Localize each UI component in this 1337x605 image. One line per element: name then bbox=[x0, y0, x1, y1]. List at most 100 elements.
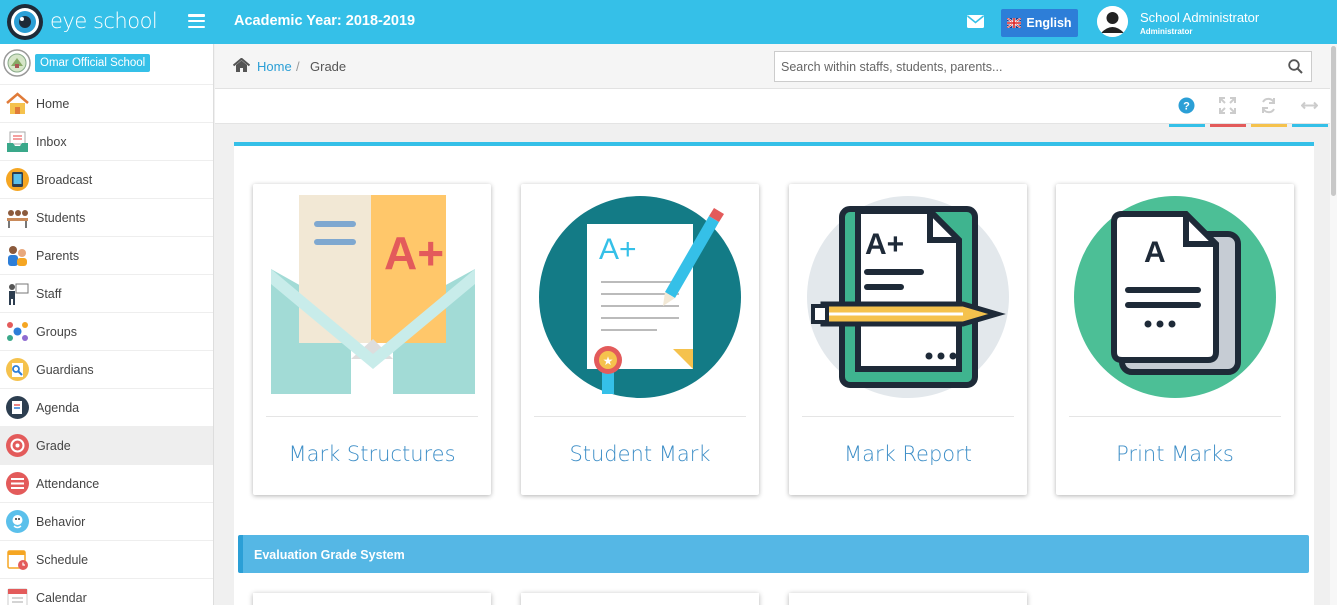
sidebar-item-label: Groups bbox=[36, 324, 77, 339]
print-marks-icon: A bbox=[1074, 196, 1276, 398]
breadcrumb: Home / Grade bbox=[215, 44, 1337, 89]
tool-underline bbox=[1210, 124, 1246, 127]
sidebar-item-home[interactable]: Home bbox=[0, 85, 213, 123]
sidebar-item-grade[interactable]: Grade bbox=[0, 427, 213, 465]
next-card[interactable] bbox=[521, 593, 759, 605]
students-icon bbox=[7, 210, 28, 228]
resize-icon bbox=[1301, 101, 1318, 110]
tool-underline bbox=[1169, 124, 1205, 127]
card-divider bbox=[802, 416, 1014, 417]
sidebar-item-parents[interactable]: Parents bbox=[0, 237, 213, 275]
evaluation-section-header[interactable]: Evaluation Grade System bbox=[238, 535, 1309, 573]
sidebar-item-label: Agenda bbox=[36, 400, 80, 415]
top-bar: eye school Academic Year: 2018-2019 Engl… bbox=[0, 0, 1337, 44]
sidebar-item-attendance[interactable]: Attendance bbox=[0, 465, 213, 503]
sidebar-item-guardians[interactable]: Guardians bbox=[0, 351, 213, 389]
sidebar-item-label: Home bbox=[36, 96, 70, 111]
sidebar-item-label: Behavior bbox=[36, 514, 86, 529]
school-logo-icon bbox=[3, 49, 31, 77]
print-marks-card[interactable]: A Print Marks bbox=[1056, 184, 1294, 495]
groups-icon bbox=[7, 322, 28, 341]
card-divider bbox=[266, 416, 478, 417]
sidebar-item-label: Broadcast bbox=[36, 172, 93, 187]
svg-text:?: ? bbox=[1183, 101, 1190, 113]
user-avatar-icon[interactable] bbox=[1097, 6, 1128, 37]
sidebar-item-calendar[interactable]: Calendar bbox=[0, 579, 213, 605]
sidebar-item-agenda[interactable]: Agenda bbox=[0, 389, 213, 427]
fullscreen-tool[interactable] bbox=[1210, 89, 1246, 127]
panel-toolbar: ? bbox=[215, 89, 1337, 127]
search-icon[interactable] bbox=[1288, 59, 1303, 74]
tool-underline bbox=[1251, 124, 1287, 127]
sidebar-item-label: Staff bbox=[36, 286, 62, 301]
sidebar-item-label: Schedule bbox=[36, 552, 89, 567]
sidebar: Omar Official School Home Inbox Broadcas… bbox=[0, 44, 214, 605]
menu-toggle-icon[interactable] bbox=[188, 14, 205, 28]
sidebar-item-inbox[interactable]: Inbox bbox=[0, 123, 213, 161]
calendar-icon bbox=[7, 588, 28, 605]
svg-text:★: ★ bbox=[603, 354, 614, 368]
sidebar-item-label: Guardians bbox=[36, 362, 94, 377]
schedule-icon bbox=[7, 550, 28, 570]
svg-text:A: A bbox=[1144, 236, 1166, 269]
sidebar-item-label: Parents bbox=[36, 248, 80, 263]
mark-report-card[interactable]: A+ Mark Report bbox=[789, 184, 1027, 495]
student-mark-icon: A+ ★ bbox=[539, 196, 741, 398]
home-icon[interactable] bbox=[233, 58, 250, 72]
sidebar-item-broadcast[interactable]: Broadcast bbox=[0, 161, 213, 199]
card-label[interactable]: Mark Report bbox=[789, 442, 1027, 466]
agenda-icon bbox=[6, 396, 29, 419]
school-name[interactable]: Omar Official School bbox=[35, 54, 151, 72]
sidebar-item-behavior[interactable]: Behavior bbox=[0, 503, 213, 541]
guardians-icon bbox=[6, 358, 29, 381]
mark-structures-icon: A+ bbox=[271, 195, 475, 394]
mail-icon[interactable] bbox=[967, 15, 984, 28]
card-label[interactable]: Mark Structures bbox=[253, 442, 491, 466]
user-role: Administrator bbox=[1140, 27, 1193, 36]
sidebar-item-label: Attendance bbox=[36, 476, 100, 491]
uk-flag-icon bbox=[1007, 18, 1022, 28]
user-name[interactable]: School Administrator bbox=[1140, 10, 1259, 25]
breadcrumb-home-link[interactable]: Home bbox=[257, 59, 292, 74]
brand-name[interactable]: eye school bbox=[50, 9, 158, 33]
svg-text:A+: A+ bbox=[865, 228, 904, 261]
resize-tool[interactable] bbox=[1292, 89, 1328, 127]
next-card[interactable] bbox=[789, 593, 1027, 605]
breadcrumb-separator: / bbox=[296, 59, 300, 74]
sidebar-item-groups[interactable]: Groups bbox=[0, 313, 213, 351]
next-card[interactable] bbox=[253, 593, 491, 605]
breadcrumb-current: Grade bbox=[310, 59, 347, 74]
staff-icon bbox=[9, 283, 29, 305]
sidebar-item-label: Students bbox=[36, 210, 86, 225]
broadcast-icon bbox=[6, 168, 29, 191]
refresh-icon bbox=[1262, 97, 1275, 114]
mark-report-icon: A+ bbox=[807, 196, 1009, 398]
refresh-tool[interactable] bbox=[1251, 89, 1287, 127]
mark-structures-card[interactable]: A+ Mark Structures bbox=[253, 184, 491, 495]
svg-text:A+: A+ bbox=[384, 227, 444, 279]
student-mark-card[interactable]: A+ ★ Student Mark bbox=[521, 184, 759, 495]
card-divider bbox=[1069, 416, 1281, 417]
sidebar-item-label: Grade bbox=[36, 438, 71, 453]
sidebar-item-staff[interactable]: Staff bbox=[0, 275, 213, 313]
sidebar-item-schedule[interactable]: Schedule bbox=[0, 541, 213, 579]
help-icon: ? bbox=[1178, 97, 1195, 114]
sidebar-item-label: Calendar bbox=[36, 590, 87, 605]
language-label: English bbox=[1026, 16, 1072, 30]
eye-school-logo-icon[interactable] bbox=[6, 3, 44, 41]
search-input[interactable] bbox=[774, 51, 1312, 82]
sidebar-item-students[interactable]: Students bbox=[0, 199, 213, 237]
fullscreen-icon bbox=[1219, 97, 1236, 114]
home-icon bbox=[6, 92, 29, 114]
card-divider bbox=[534, 416, 746, 417]
card-label[interactable]: Print Marks bbox=[1056, 442, 1294, 466]
card-label[interactable]: Student Mark bbox=[521, 442, 759, 466]
language-button[interactable]: English bbox=[1001, 9, 1078, 37]
school-header: Omar Official School bbox=[0, 44, 213, 85]
svg-text:A+: A+ bbox=[599, 233, 637, 266]
help-tool[interactable]: ? bbox=[1169, 89, 1205, 127]
tool-underline bbox=[1292, 124, 1328, 127]
sidebar-item-label: Inbox bbox=[36, 134, 67, 149]
behavior-icon bbox=[6, 510, 29, 533]
scrollbar-thumb[interactable] bbox=[1331, 46, 1336, 196]
